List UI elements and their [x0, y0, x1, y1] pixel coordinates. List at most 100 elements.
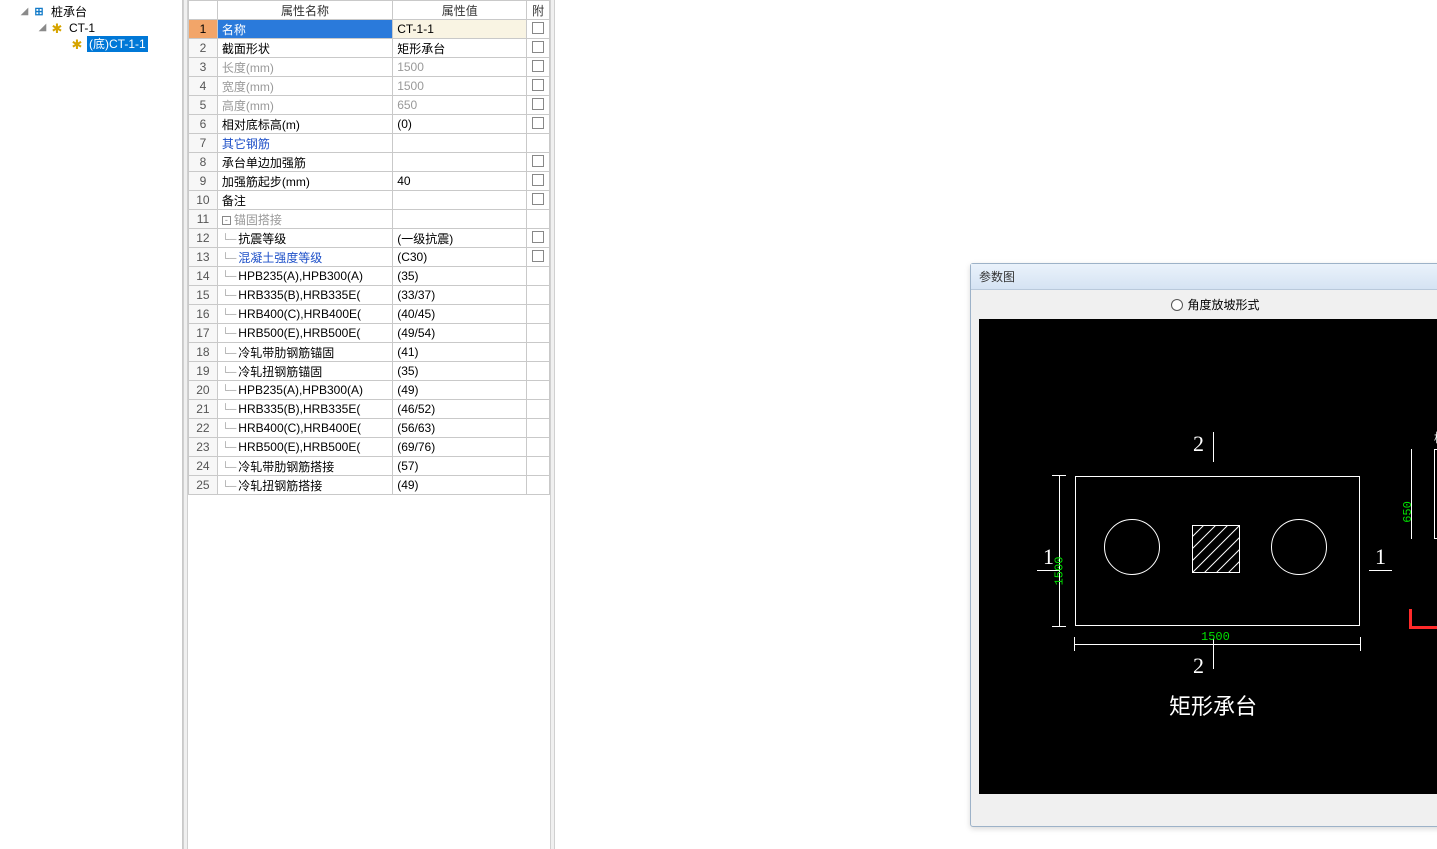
checkbox-icon[interactable]: [532, 79, 544, 91]
attach-cell[interactable]: [527, 172, 550, 191]
attach-cell[interactable]: [527, 400, 550, 419]
property-value[interactable]: CT-1-1: [393, 20, 527, 39]
property-row[interactable]: 9加强筋起步(mm)40: [189, 172, 550, 191]
property-row[interactable]: 23└─HRB500(E),HRB500E((69/76): [189, 438, 550, 457]
property-name[interactable]: └─HRB335(B),HRB335E(: [217, 400, 392, 419]
property-value[interactable]: (33/37): [393, 286, 527, 305]
property-row[interactable]: 8承台单边加强筋: [189, 153, 550, 172]
row-number[interactable]: 9: [189, 172, 218, 191]
attach-cell[interactable]: [527, 267, 550, 286]
attach-cell[interactable]: [527, 362, 550, 381]
row-number[interactable]: 22: [189, 419, 218, 438]
row-number[interactable]: 5: [189, 96, 218, 115]
header-name[interactable]: 属性名称: [217, 1, 392, 20]
attach-cell[interactable]: [527, 476, 550, 495]
collapse-icon[interactable]: -: [222, 216, 231, 225]
checkbox-icon[interactable]: [532, 60, 544, 72]
checkbox-icon[interactable]: [532, 231, 544, 243]
property-row[interactable]: 4宽度(mm)1500: [189, 77, 550, 96]
tree-node-child1[interactable]: ◢ ✱ CT-1: [4, 20, 182, 36]
property-name[interactable]: └─HRB400(C),HRB400E(: [217, 305, 392, 324]
property-value[interactable]: 1500: [393, 58, 527, 77]
property-value[interactable]: (56/63): [393, 419, 527, 438]
property-row[interactable]: 19└─冷轧扭钢筋锚固(35): [189, 362, 550, 381]
attach-cell[interactable]: [527, 191, 550, 210]
row-number[interactable]: 6: [189, 115, 218, 134]
checkbox-icon[interactable]: [532, 22, 544, 34]
tree-node-root[interactable]: ◢ ⊞ 桩承台: [4, 4, 182, 20]
header-attach[interactable]: 附: [527, 1, 550, 20]
property-row[interactable]: 11-锚固搭接: [189, 210, 550, 229]
property-value[interactable]: (35): [393, 267, 527, 286]
property-name[interactable]: 相对底标高(m): [217, 115, 392, 134]
property-row[interactable]: 25└─冷轧扭钢筋搭接(49): [189, 476, 550, 495]
property-name[interactable]: └─冷轧带肋钢筋锚固: [217, 343, 392, 362]
checkbox-icon[interactable]: [532, 193, 544, 205]
row-number[interactable]: 3: [189, 58, 218, 77]
property-value[interactable]: [393, 153, 527, 172]
property-value[interactable]: (57): [393, 457, 527, 476]
property-value[interactable]: [393, 210, 527, 229]
property-name[interactable]: └─混凝土强度等级: [217, 248, 392, 267]
property-name[interactable]: └─HPB235(A),HPB300(A): [217, 381, 392, 400]
checkbox-icon[interactable]: [532, 155, 544, 167]
property-value[interactable]: (49): [393, 476, 527, 495]
property-row[interactable]: 10备注: [189, 191, 550, 210]
attach-cell[interactable]: [527, 419, 550, 438]
property-name[interactable]: 高度(mm): [217, 96, 392, 115]
attach-cell[interactable]: [527, 96, 550, 115]
property-value[interactable]: 650: [393, 96, 527, 115]
row-number[interactable]: 15: [189, 286, 218, 305]
attach-cell[interactable]: [527, 381, 550, 400]
checkbox-icon[interactable]: [532, 174, 544, 186]
row-number[interactable]: 4: [189, 77, 218, 96]
property-row[interactable]: 6相对底标高(m)(0): [189, 115, 550, 134]
property-value[interactable]: (一级抗震): [393, 229, 527, 248]
property-name[interactable]: └─HPB235(A),HPB300(A): [217, 267, 392, 286]
attach-cell[interactable]: [527, 210, 550, 229]
row-number[interactable]: 18: [189, 343, 218, 362]
header-value[interactable]: 属性值: [393, 1, 527, 20]
checkbox-icon[interactable]: [532, 98, 544, 110]
property-name[interactable]: 备注: [217, 191, 392, 210]
property-value[interactable]: (49/54): [393, 324, 527, 343]
property-name[interactable]: └─HRB335(B),HRB335E(: [217, 286, 392, 305]
row-number[interactable]: 24: [189, 457, 218, 476]
row-number[interactable]: 19: [189, 362, 218, 381]
attach-cell[interactable]: [527, 286, 550, 305]
expand-icon[interactable]: ◢: [20, 8, 29, 17]
property-row[interactable]: 5高度(mm)650: [189, 96, 550, 115]
property-name[interactable]: 宽度(mm): [217, 77, 392, 96]
property-name[interactable]: 长度(mm): [217, 58, 392, 77]
row-number[interactable]: 8: [189, 153, 218, 172]
property-value[interactable]: 40: [393, 172, 527, 191]
attach-cell[interactable]: [527, 229, 550, 248]
property-value[interactable]: 矩形承台: [393, 39, 527, 58]
property-value[interactable]: 1500: [393, 77, 527, 96]
row-number[interactable]: 16: [189, 305, 218, 324]
property-value[interactable]: (40/45): [393, 305, 527, 324]
property-name[interactable]: 名称: [217, 20, 392, 39]
property-row[interactable]: 7其它钢筋: [189, 134, 550, 153]
property-name[interactable]: └─HRB500(E),HRB500E(: [217, 438, 392, 457]
attach-cell[interactable]: [527, 115, 550, 134]
expand-icon[interactable]: ◢: [38, 24, 47, 33]
property-name[interactable]: └─冷轧带肋钢筋搭接: [217, 457, 392, 476]
checkbox-icon[interactable]: [532, 250, 544, 262]
row-number[interactable]: 13: [189, 248, 218, 267]
property-value[interactable]: (C30): [393, 248, 527, 267]
property-row[interactable]: 12└─抗震等级(一级抗震): [189, 229, 550, 248]
property-value[interactable]: [393, 134, 527, 153]
row-number[interactable]: 25: [189, 476, 218, 495]
property-name[interactable]: └─冷轧扭钢筋锚固: [217, 362, 392, 381]
row-number[interactable]: 10: [189, 191, 218, 210]
property-name[interactable]: └─HRB500(E),HRB500E(: [217, 324, 392, 343]
attach-cell[interactable]: [527, 77, 550, 96]
property-name[interactable]: 承台单边加强筋: [217, 153, 392, 172]
property-row[interactable]: 18└─冷轧带肋钢筋锚固(41): [189, 343, 550, 362]
row-number[interactable]: 17: [189, 324, 218, 343]
property-name[interactable]: -锚固搭接: [217, 210, 392, 229]
property-name[interactable]: 加强筋起步(mm): [217, 172, 392, 191]
attach-cell[interactable]: [527, 305, 550, 324]
property-value[interactable]: (35): [393, 362, 527, 381]
